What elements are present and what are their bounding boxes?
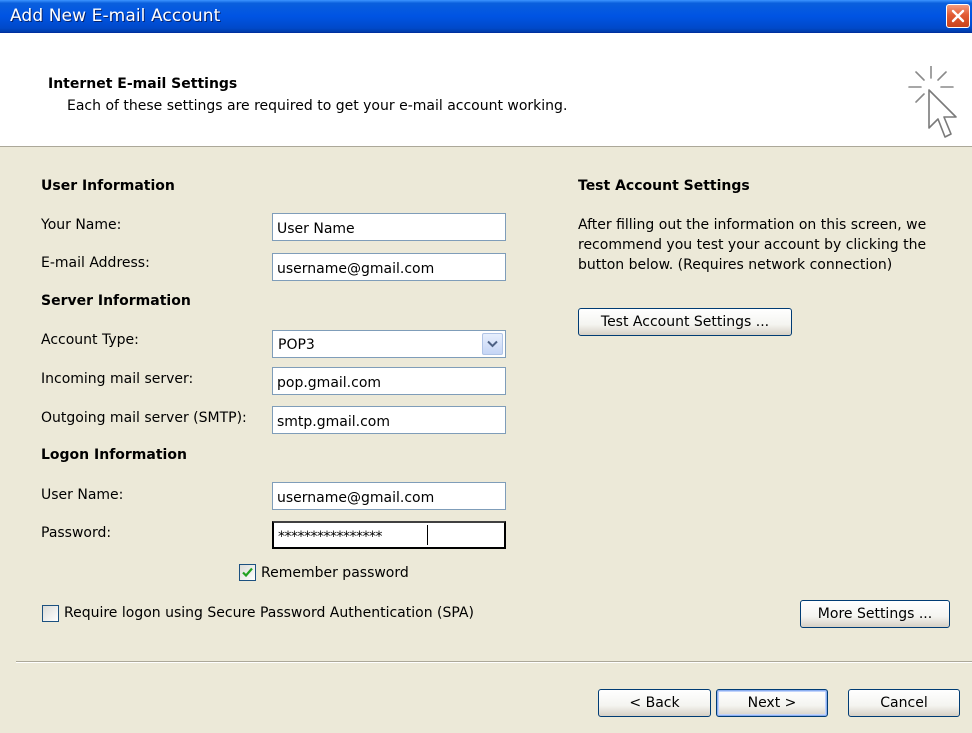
title-bar: Add New E-mail Account: [0, 0, 972, 33]
next-label: Next >: [747, 695, 797, 711]
chevron-down-icon: [487, 340, 498, 348]
outgoing-server-input[interactable]: [272, 406, 506, 434]
test-account-settings-button[interactable]: Test Account Settings ...: [578, 308, 792, 336]
user-info-heading: User Information: [41, 178, 175, 194]
cancel-label: Cancel: [880, 695, 928, 711]
check-icon: [242, 567, 253, 578]
outgoing-server-label: Outgoing mail server (SMTP):: [41, 410, 247, 426]
email-address-label: E-mail Address:: [41, 255, 150, 271]
text-caret: [427, 525, 428, 545]
test-account-settings-label: Test Account Settings ...: [600, 314, 770, 330]
sparkle-cursor-icon: [908, 66, 957, 138]
your-name-label: Your Name:: [41, 217, 122, 233]
account-type-value: POP3: [278, 337, 315, 353]
header-title: Internet E-mail Settings: [48, 76, 238, 92]
test-settings-heading: Test Account Settings: [578, 178, 750, 194]
header-subtitle: Each of these settings are required to g…: [67, 98, 568, 114]
email-address-input[interactable]: [272, 253, 506, 281]
logon-info-heading: Logon Information: [41, 447, 187, 463]
spa-label[interactable]: Require logon using Secure Password Auth…: [64, 605, 474, 621]
server-info-heading: Server Information: [41, 293, 191, 309]
password-input[interactable]: [272, 521, 506, 549]
close-button[interactable]: [946, 4, 970, 28]
test-settings-description: After filling out the information on thi…: [578, 217, 927, 273]
your-name-input[interactable]: [272, 213, 506, 241]
back-label: < Back: [629, 695, 680, 711]
cancel-button[interactable]: Cancel: [848, 689, 960, 717]
user-name-label: User Name:: [41, 487, 124, 503]
remember-password-checkbox[interactable]: [239, 564, 256, 581]
footer-divider: [16, 661, 972, 663]
window-title: Add New E-mail Account: [10, 6, 221, 26]
account-type-dropdown-button[interactable]: [482, 333, 503, 355]
incoming-server-label: Incoming mail server:: [41, 371, 194, 387]
user-name-input[interactable]: [272, 482, 506, 510]
back-button[interactable]: < Back: [598, 689, 711, 717]
account-type-label: Account Type:: [41, 332, 139, 348]
remember-password-label[interactable]: Remember password: [261, 565, 409, 581]
password-label: Password:: [41, 525, 112, 541]
close-icon: [951, 9, 965, 23]
next-button[interactable]: Next >: [716, 689, 828, 717]
account-type-select[interactable]: POP3: [272, 330, 506, 358]
more-settings-button[interactable]: More Settings ...: [800, 600, 950, 628]
incoming-server-input[interactable]: [272, 367, 506, 395]
spa-checkbox[interactable]: [42, 605, 59, 622]
more-settings-label: More Settings ...: [817, 606, 933, 622]
